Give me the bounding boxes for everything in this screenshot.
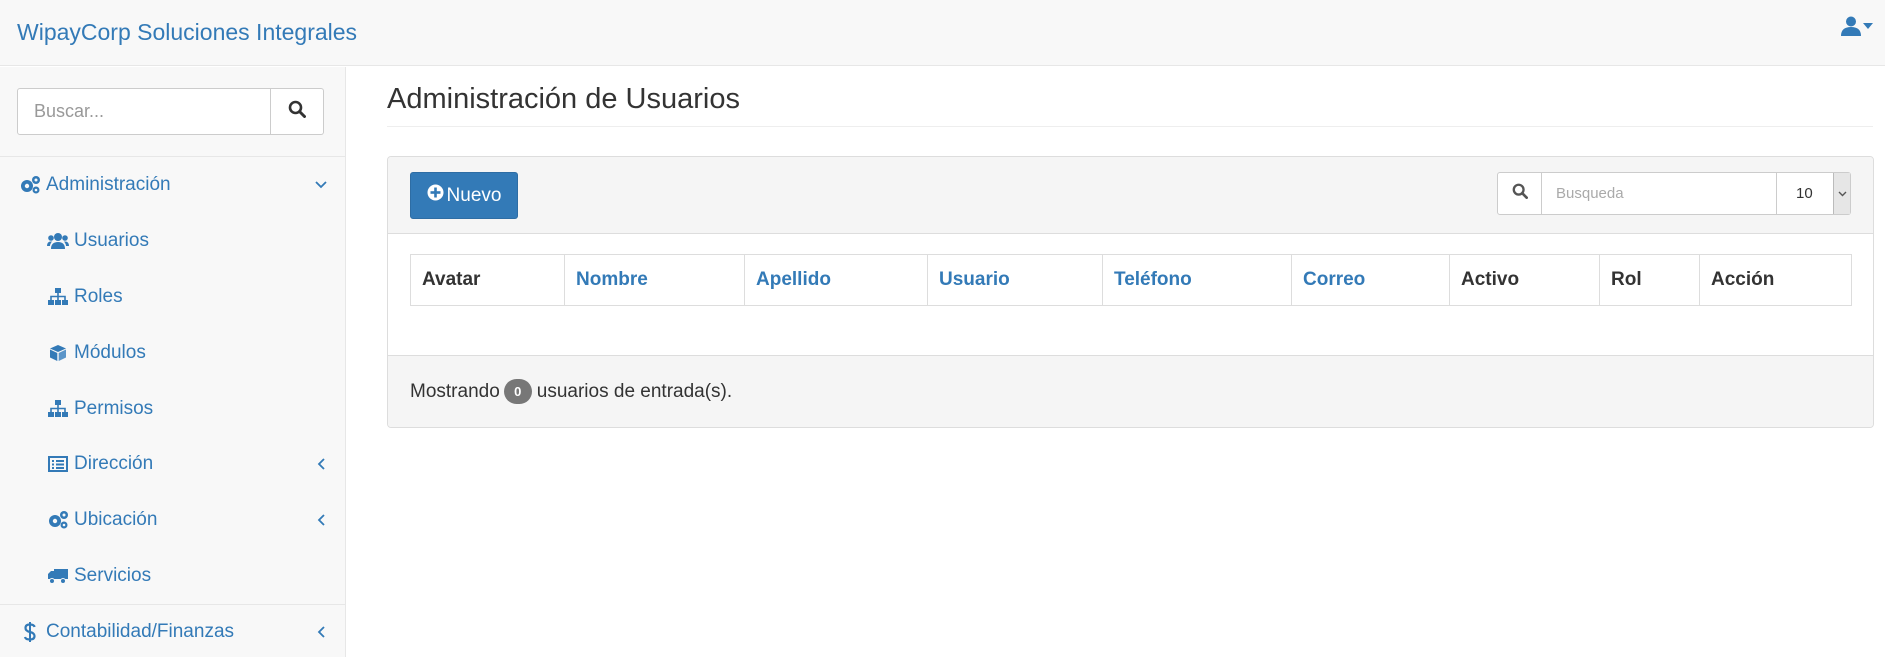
page-size-select[interactable]: 10 <box>1777 172 1851 215</box>
sitemap-icon <box>46 397 70 421</box>
column-header-activo: Activo <box>1450 255 1600 305</box>
column-header-telefono[interactable]: Teléfono <box>1103 255 1292 305</box>
panel-toolbar: Nuevo 10 <box>388 157 1873 234</box>
sidebar-item-modulos[interactable]: Módulos <box>0 327 345 379</box>
chevron-down-icon <box>1833 173 1850 214</box>
search-icon <box>1512 183 1528 204</box>
sidebar-search-button[interactable] <box>271 88 324 135</box>
sidebar-item-contabilidad-finanzas[interactable]: Contabilidad/Finanzas <box>0 606 345 657</box>
column-header-accion: Acción <box>1711 269 1775 290</box>
users-icon <box>46 229 70 253</box>
sidebar-item-direccion[interactable]: Dirección <box>0 438 345 490</box>
truck-icon <box>46 564 70 588</box>
column-header-avatar: Avatar <box>411 255 565 305</box>
list-alt-icon <box>46 452 70 476</box>
cogs-icon <box>46 508 70 532</box>
brand-link[interactable]: WipayCorp Soluciones Integrales <box>17 17 357 47</box>
filter-search-addon <box>1497 172 1542 215</box>
column-header-nombre[interactable]: Nombre <box>565 255 745 305</box>
dollar-icon <box>18 620 42 644</box>
user-icon <box>1841 16 1861 36</box>
top-navbar: WipayCorp Soluciones Integrales <box>0 0 1885 66</box>
sidebar-item-label: Usuarios <box>74 230 149 251</box>
cube-icon <box>46 341 70 365</box>
chevron-left-icon <box>314 625 328 639</box>
caret-down-icon <box>1863 22 1873 30</box>
sidebar-divider <box>0 156 345 157</box>
sidebar-search <box>17 88 324 135</box>
user-menu-toggle[interactable] <box>1841 16 1873 36</box>
column-header-apellido[interactable]: Apellido <box>745 255 928 305</box>
sidebar-item-label: Permisos <box>74 398 154 419</box>
footer-prefix: Mostrando <box>410 380 500 402</box>
chevron-left-icon <box>314 457 328 471</box>
sidebar-divider <box>0 604 345 605</box>
column-header-correo[interactable]: Correo <box>1292 255 1450 305</box>
sidebar-item-label: Administración <box>46 174 171 195</box>
sitemap-icon <box>46 285 70 309</box>
users-table-header: Avatar Nombre Apellido Usuario Teléfono … <box>410 254 1852 306</box>
new-user-button-label: Nuevo <box>446 184 502 206</box>
sidebar-item-servicios[interactable]: Servicios <box>0 550 345 602</box>
sidebar-item-administracion[interactable]: Administración <box>0 159 345 211</box>
sidebar-item-label: Contabilidad/Finanzas <box>46 621 235 642</box>
sidebar-item-label: Dirección <box>74 453 154 474</box>
panel-footer: Mostrando 0 usuarios de entrada(s). <box>388 355 1873 427</box>
record-count-badge: 0 <box>503 379 532 404</box>
sidebar-item-ubicacion[interactable]: Ubicación <box>0 494 345 546</box>
title-divider <box>387 126 1873 127</box>
page-title: Administración de Usuarios <box>387 83 740 115</box>
cogs-icon <box>18 173 42 197</box>
users-panel: Nuevo 10 Avatar Nombre A <box>387 156 1874 428</box>
plus-circle-icon <box>427 184 444 207</box>
sidebar-search-input[interactable] <box>17 88 271 135</box>
main-content: Administración de Usuarios Nuevo 10 <box>346 67 1885 657</box>
sidebar-item-usuarios[interactable]: Usuarios <box>0 215 345 267</box>
page-size-value: 10 <box>1796 185 1813 202</box>
chevron-down-icon <box>314 178 328 192</box>
sidebar: Administración Usuarios Roles Módulos Pe… <box>0 67 346 657</box>
sidebar-item-label: Servicios <box>74 565 152 586</box>
table-search-input[interactable] <box>1542 172 1777 215</box>
sidebar-item-label: Ubicación <box>74 509 158 530</box>
column-header-rol: Rol <box>1600 255 1700 305</box>
sidebar-item-label: Roles <box>74 286 123 307</box>
sidebar-item-permisos[interactable]: Permisos <box>0 383 345 435</box>
new-user-button[interactable]: Nuevo <box>410 172 518 219</box>
sidebar-item-roles[interactable]: Roles <box>0 271 345 323</box>
sidebar-item-label: Módulos <box>74 342 146 363</box>
chevron-left-icon <box>314 513 328 527</box>
footer-suffix: usuarios de entrada(s). <box>536 380 733 402</box>
column-header-usuario[interactable]: Usuario <box>928 255 1103 305</box>
table-filter: 10 <box>1497 172 1851 215</box>
search-icon <box>288 100 306 123</box>
